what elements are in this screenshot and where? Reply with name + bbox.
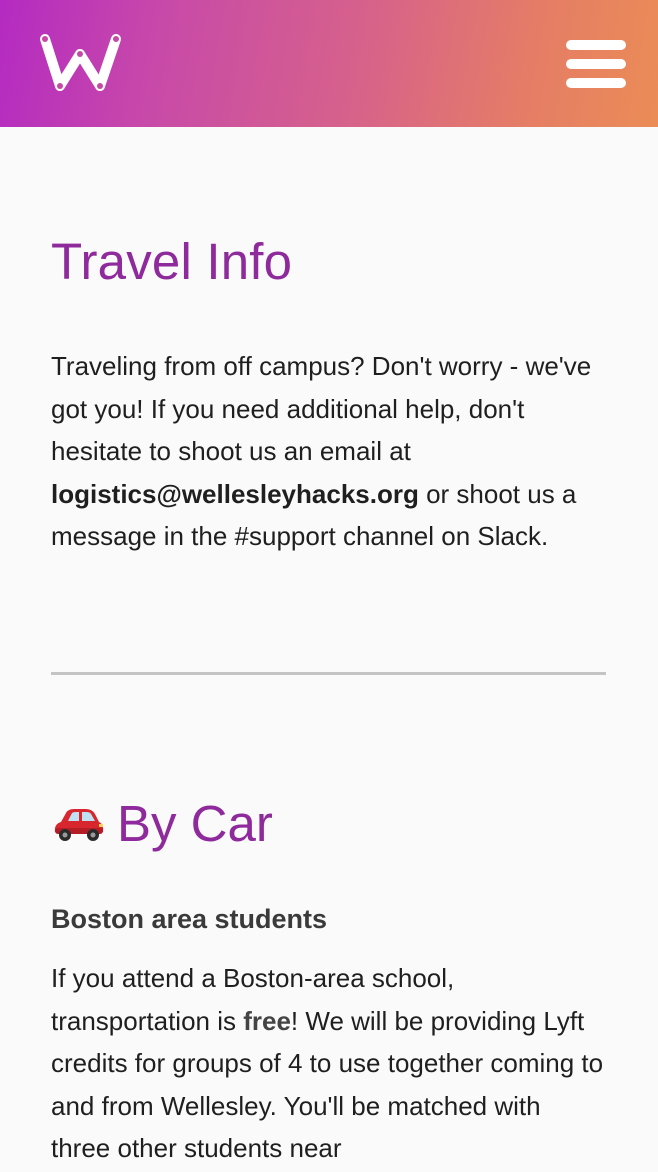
hamburger-menu-icon[interactable] — [564, 38, 628, 92]
page-title: Travel Info — [51, 233, 293, 290]
car-icon — [54, 808, 104, 841]
intro-text-1: Traveling from off campus? Don't worry -… — [51, 351, 592, 466]
intro-paragraph: Traveling from off campus? Don't worry -… — [51, 345, 607, 558]
site-header — [0, 0, 658, 127]
free-emphasis: free — [243, 1005, 291, 1036]
menu-bar — [566, 40, 626, 50]
email-link[interactable]: logistics@wellesleyhacks.org — [51, 479, 419, 509]
boston-students-subheading: Boston area students — [51, 904, 328, 934]
by-car-title: By Car — [117, 795, 273, 852]
wellesley-hacks-logo-icon[interactable] — [36, 30, 124, 96]
menu-bar — [566, 78, 626, 88]
section-divider — [51, 672, 606, 675]
menu-bar — [566, 59, 626, 69]
boston-students-paragraph: If you attend a Boston-area school, tran… — [51, 957, 607, 1170]
by-car-heading: By Car — [51, 794, 273, 853]
